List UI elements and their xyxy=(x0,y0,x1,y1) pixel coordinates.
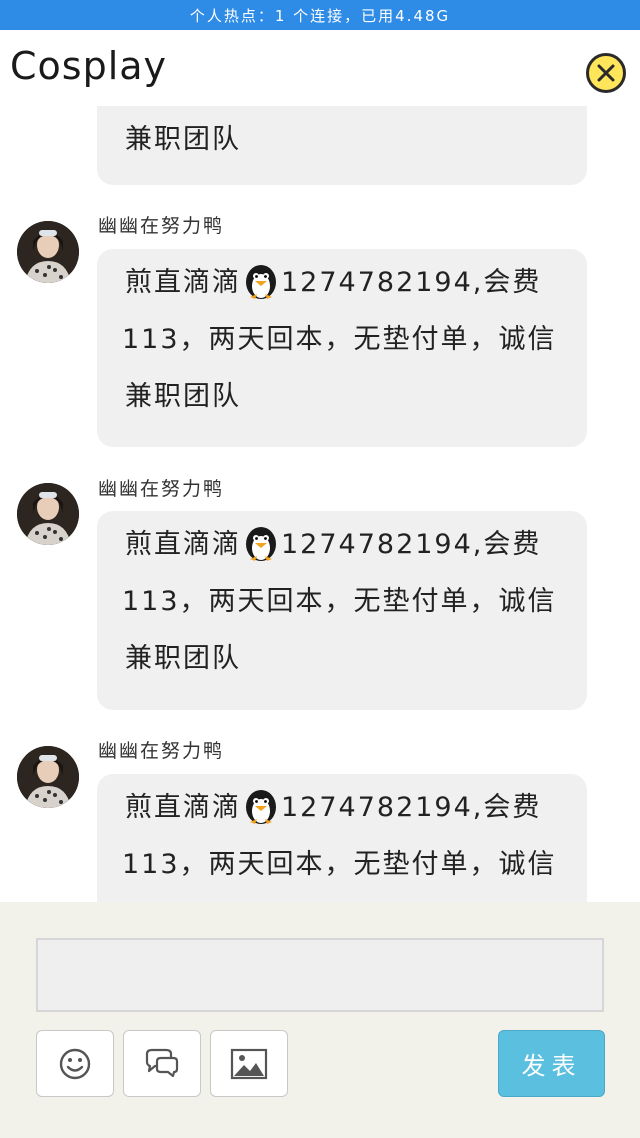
message-line: 煎直滴滴 1274782194,会费 xyxy=(125,254,559,311)
penguin-icon xyxy=(246,527,276,561)
message-bubble: 兼职团队 xyxy=(97,106,587,185)
message-line: 煎直滴滴 1274782194,会费 xyxy=(125,516,559,573)
message-text: 113，两天回本，无垫付单，诚信 xyxy=(122,586,557,617)
message-text: 113，两天回本，无垫付单，诚信 xyxy=(122,324,557,355)
chat-button[interactable] xyxy=(123,1030,201,1097)
avatar-image-icon xyxy=(17,221,79,283)
avatar[interactable] xyxy=(17,746,79,808)
penguin-icon xyxy=(246,265,276,299)
message-text: 1274782194,会费 xyxy=(281,792,542,823)
chat-bubbles-icon xyxy=(145,1048,179,1077)
status-bar: 个人热点：1 个连接，已用4.48G xyxy=(0,0,640,30)
status-text: 个人热点：1 个连接，已用4.48G xyxy=(189,6,451,25)
username: 幽幽在努力鸭 xyxy=(98,478,225,500)
image-button[interactable] xyxy=(210,1030,288,1097)
message-text: 1274782194,会费 xyxy=(281,529,542,560)
message-bubble: 煎直滴滴 1274782194,会费 113，两天回本，无垫付单，诚信 xyxy=(97,774,587,902)
avatar-image-icon xyxy=(17,746,79,808)
avatar[interactable] xyxy=(17,483,79,545)
message-bubble: 煎直滴滴 1274782194,会费 113，两天回本，无垫付单，诚信 兼职团队 xyxy=(97,249,587,447)
image-icon xyxy=(230,1048,268,1079)
avatar[interactable] xyxy=(17,221,79,283)
message-text: 兼职团队 xyxy=(125,643,241,674)
username: 幽幽在努力鸭 xyxy=(98,740,225,762)
username: 幽幽在努力鸭 xyxy=(98,215,225,237)
send-button[interactable]: 发表 xyxy=(498,1030,605,1097)
close-button[interactable] xyxy=(586,53,626,93)
chat-list[interactable]: 兼职团队 幽幽在努力鸭 煎直滴滴 1274782194,会费 113，两天回本，无… xyxy=(0,106,640,902)
header: Cosplay xyxy=(0,30,640,106)
message-bubble: 煎直滴滴 1274782194,会费 113，两天回本，无垫付单，诚信 兼职团队 xyxy=(97,511,587,710)
message-text: 兼职团队 xyxy=(125,124,241,155)
message-text: 1274782194,会费 xyxy=(281,267,542,298)
composer: 发表 xyxy=(0,902,640,1138)
message-line: 煎直滴滴 1274782194,会费 xyxy=(125,779,559,836)
smiley-icon xyxy=(59,1048,91,1079)
message-input[interactable] xyxy=(36,938,604,1012)
message-text: 兼职团队 xyxy=(125,381,241,412)
page-title: Cosplay xyxy=(10,44,168,88)
close-circle-icon xyxy=(597,64,615,82)
penguin-icon xyxy=(246,790,276,824)
message-text: 煎直滴滴 xyxy=(125,267,241,298)
message-text: 煎直滴滴 xyxy=(125,792,241,823)
message-text: 113，两天回本，无垫付单，诚信 xyxy=(122,849,557,880)
avatar-image-icon xyxy=(17,483,79,545)
message-text: 煎直滴滴 xyxy=(125,529,241,560)
emoji-button[interactable] xyxy=(36,1030,114,1097)
